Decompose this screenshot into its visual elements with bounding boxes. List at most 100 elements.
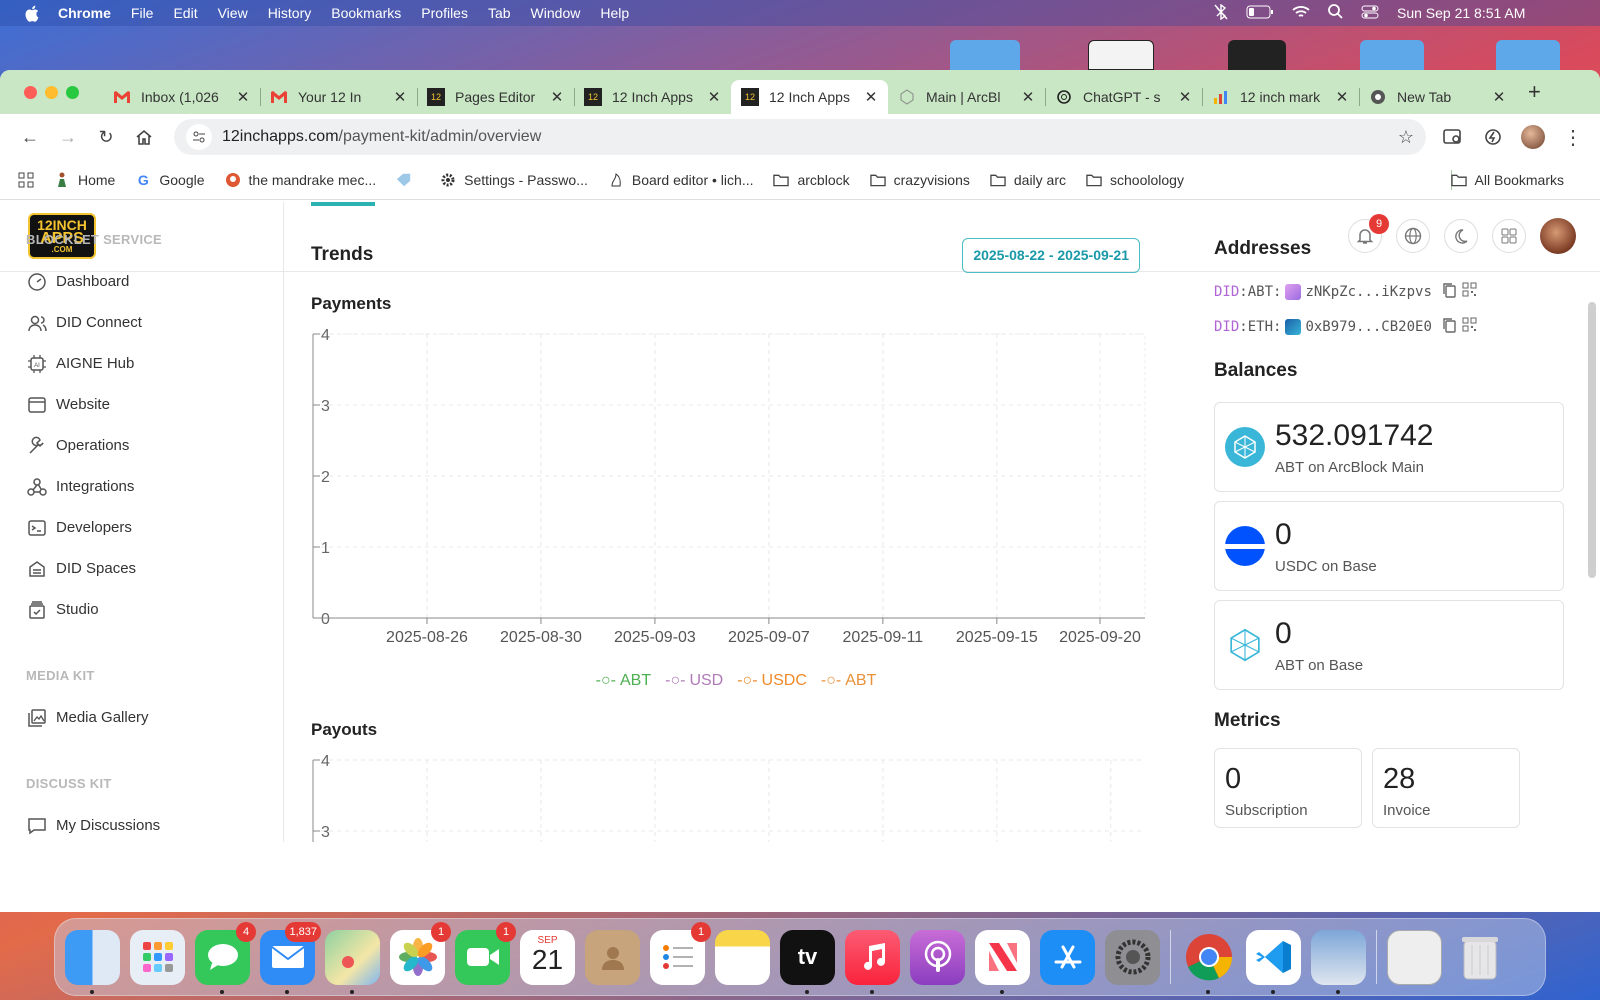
close-tab-icon[interactable]: ✕: [393, 88, 407, 106]
photos-icon[interactable]: 1: [390, 921, 451, 985]
close-tab-icon[interactable]: ✕: [1335, 88, 1349, 106]
contacts-icon[interactable]: [585, 929, 640, 985]
search-tabs-icon[interactable]: [1440, 124, 1466, 150]
date-range-picker[interactable]: 2025-08-22 - 2025-09-21: [962, 237, 1140, 273]
mail-icon[interactable]: 1,837: [260, 921, 321, 994]
bluetooth-off-icon[interactable]: [1214, 3, 1228, 23]
close-tab-icon[interactable]: ✕: [1021, 88, 1035, 106]
sidebar-item-media-gallery[interactable]: Media Gallery: [0, 697, 283, 738]
bookmark-mandrake[interactable]: the mandrake mec...: [225, 172, 376, 188]
sidebar-item-my-discussions[interactable]: My Discussions: [0, 805, 283, 846]
close-window-button[interactable]: [24, 85, 37, 99]
sidebar-item-dashboard[interactable]: Dashboard: [0, 261, 283, 302]
preview-icon[interactable]: [1311, 929, 1366, 994]
trash-icon[interactable]: [1452, 930, 1507, 985]
bookmark-star-icon[interactable]: ☆: [1398, 127, 1414, 148]
minimize-window-button[interactable]: [45, 85, 58, 99]
system-settings-icon[interactable]: [1105, 929, 1160, 985]
qr-code-icon[interactable]: [1462, 317, 1477, 337]
battery-icon[interactable]: [1246, 5, 1274, 22]
close-tab-icon[interactable]: ✕: [707, 88, 721, 106]
sidebar-item-integrations[interactable]: Integrations: [0, 466, 283, 507]
bookmark-home[interactable]: Home: [54, 172, 115, 188]
bookmark-tag[interactable]: [396, 172, 420, 188]
menu-app-name[interactable]: Chrome: [58, 5, 111, 21]
address-value[interactable]: 0xB979...CB20E0: [1305, 319, 1431, 335]
podcasts-icon[interactable]: [910, 929, 965, 985]
vscode-icon[interactable]: [1246, 929, 1301, 994]
new-tab-button[interactable]: +: [1528, 79, 1541, 105]
browser-tab[interactable]: 12 inch mark ✕: [1202, 80, 1360, 114]
menubar-clock[interactable]: Sun Sep 21 8:51 AM: [1397, 5, 1525, 21]
sidebar-item-did-spaces[interactable]: DID Spaces: [0, 548, 283, 589]
news-icon[interactable]: [975, 929, 1030, 994]
qr-code-icon[interactable]: [1462, 282, 1477, 302]
apple-tv-icon[interactable]: tv: [780, 929, 835, 994]
bookmark-board-editor[interactable]: Board editor • lich...: [608, 172, 753, 188]
menu-bookmarks[interactable]: Bookmarks: [331, 5, 401, 21]
profile-avatar[interactable]: [1520, 124, 1546, 150]
maps-icon[interactable]: [325, 929, 380, 994]
menu-view[interactable]: View: [218, 5, 248, 21]
apps-grid-icon[interactable]: [18, 172, 34, 188]
spotlight-search-icon[interactable]: [1328, 4, 1343, 22]
page-scrollbar[interactable]: [1588, 302, 1596, 578]
wifi-icon[interactable]: [1292, 5, 1310, 22]
all-bookmarks-button[interactable]: All Bookmarks: [1450, 172, 1564, 188]
chrome-icon[interactable]: [1181, 930, 1236, 994]
browser-tab[interactable]: Inbox (1,026 ✕: [103, 80, 261, 114]
bookmark-folder-arcblock[interactable]: arcblock: [773, 172, 850, 188]
browser-tab[interactable]: New Tab ✕: [1359, 80, 1516, 114]
reload-icon[interactable]: ↻: [90, 121, 122, 153]
browser-tab[interactable]: 12 12 Inch Apps ✕: [574, 80, 731, 114]
metric-card[interactable]: 0 Subscription: [1214, 748, 1362, 828]
address-bar[interactable]: 12inchapps.com/payment-kit/admin/overvie…: [174, 119, 1426, 155]
bookmark-folder-schoolology[interactable]: schoolology: [1086, 172, 1184, 188]
browser-tab-active[interactable]: 12 12 Inch Apps ✕: [731, 80, 888, 114]
close-tab-icon[interactable]: ✕: [864, 88, 878, 106]
bookmark-folder-crazyvisions[interactable]: crazyvisions: [869, 172, 970, 188]
sidebar-item-website[interactable]: Website: [0, 384, 283, 425]
messages-icon[interactable]: 4: [195, 921, 256, 994]
sidebar-item-aigne-hub[interactable]: AI AIGNE Hub: [0, 343, 283, 384]
close-tab-icon[interactable]: ✕: [1492, 88, 1506, 106]
close-tab-icon[interactable]: ✕: [236, 88, 250, 106]
sidebar-item-operations[interactable]: Operations: [0, 425, 283, 466]
browser-tab[interactable]: Main | ArcBl ✕: [888, 80, 1046, 114]
sidebar-item-did-connect[interactable]: DID Connect: [0, 302, 283, 343]
home-icon[interactable]: [128, 121, 160, 153]
copy-icon[interactable]: [1442, 317, 1456, 337]
sidebar-item-developers[interactable]: Developers: [0, 507, 283, 548]
metric-card[interactable]: 28 Invoice: [1372, 748, 1520, 828]
back-arrow-icon[interactable]: ←: [14, 121, 46, 153]
browser-tab[interactable]: 12 Pages Editor ✕: [417, 80, 575, 114]
bookmark-settings[interactable]: Settings - Passwo...: [440, 172, 588, 188]
browser-tab[interactable]: Your 12 In ✕: [260, 80, 418, 114]
calendar-icon[interactable]: SEP 21: [520, 929, 575, 985]
copy-icon[interactable]: [1442, 282, 1456, 302]
close-tab-icon[interactable]: ✕: [1178, 88, 1192, 106]
bookmark-folder-daily-arc[interactable]: daily arc: [990, 172, 1066, 188]
menu-help[interactable]: Help: [600, 5, 629, 21]
menu-tab[interactable]: Tab: [488, 5, 511, 21]
site-info-icon[interactable]: [186, 124, 212, 150]
reminders-icon[interactable]: 1: [650, 921, 711, 985]
menu-profiles[interactable]: Profiles: [421, 5, 468, 21]
close-tab-icon[interactable]: ✕: [550, 88, 564, 106]
notes-icon[interactable]: [715, 929, 770, 985]
kebab-menu-icon[interactable]: ⋮: [1560, 124, 1586, 150]
finder-icon[interactable]: [65, 929, 120, 994]
address-value[interactable]: zNKpZc...iKzpvs: [1305, 284, 1431, 300]
zoom-window-button[interactable]: [66, 85, 79, 99]
sidebar-item-studio[interactable]: Studio: [0, 589, 283, 630]
forward-arrow-icon[interactable]: →: [52, 121, 84, 153]
browser-tab[interactable]: ChatGPT - s ✕: [1045, 80, 1203, 114]
launchpad-icon[interactable]: [130, 929, 185, 985]
menu-edit[interactable]: Edit: [173, 5, 197, 21]
menu-file[interactable]: File: [131, 5, 154, 21]
apple-icon[interactable]: [22, 4, 40, 22]
menu-history[interactable]: History: [268, 5, 312, 21]
downloads-stack-icon[interactable]: [1387, 929, 1442, 985]
app-store-icon[interactable]: [1040, 929, 1095, 985]
extension-icon[interactable]: [1480, 124, 1506, 150]
